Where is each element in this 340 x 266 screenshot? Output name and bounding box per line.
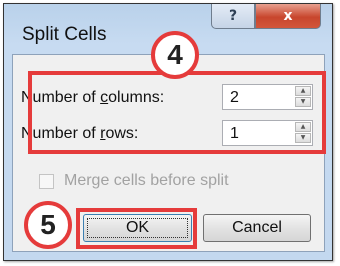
step-4-badge: 4 <box>151 31 199 79</box>
step-5-badge: 5 <box>24 201 72 249</box>
help-icon: ? <box>228 8 238 24</box>
annotation-highlight-fields <box>28 71 326 154</box>
dialog-title: Split Cells <box>22 24 107 45</box>
annotation-highlight-ok <box>76 208 197 249</box>
merge-cells-checkbox[interactable] <box>39 174 54 189</box>
merge-cells-label: Merge cells before split <box>64 172 229 189</box>
split-cells-dialog: Split Cells ? x Number of columns: 2 ▲ ▼… <box>3 3 333 261</box>
close-icon: x <box>283 8 293 24</box>
cancel-button[interactable]: Cancel <box>203 214 311 242</box>
help-button[interactable]: ? <box>211 4 255 29</box>
cancel-label: Cancel <box>232 219 282 236</box>
close-button[interactable]: x <box>255 4 321 29</box>
